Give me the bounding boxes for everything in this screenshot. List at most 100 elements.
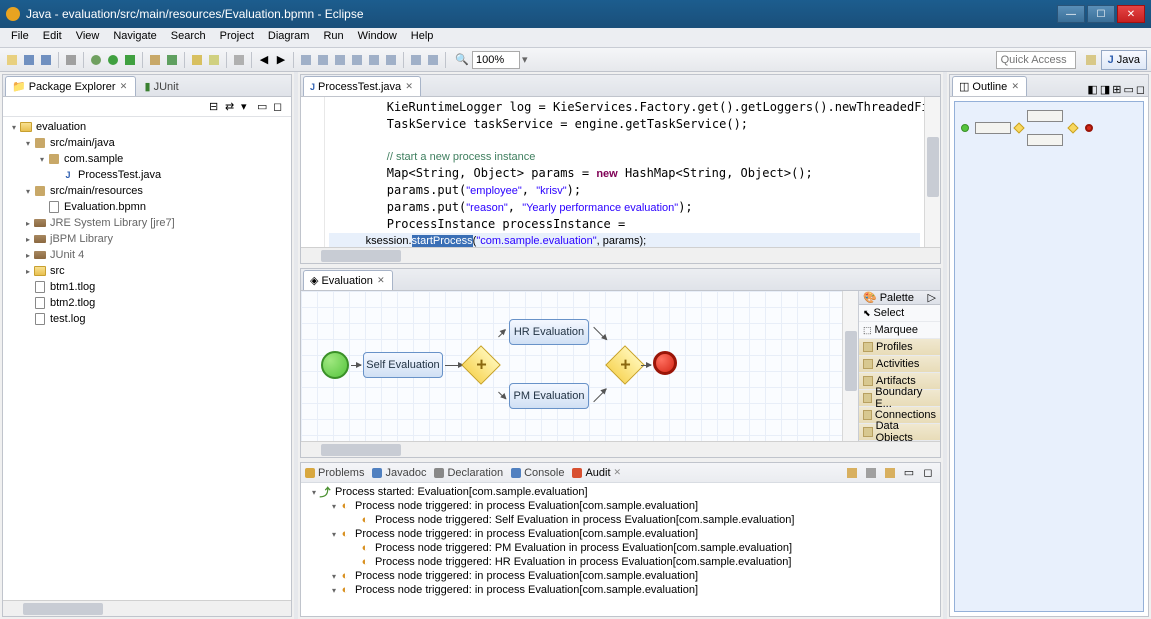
audit-row[interactable]: ◐Process node triggered: HR Evaluation i… [301, 555, 940, 569]
audit-row[interactable]: ▾⤴Process started: Evaluation[com.sample… [301, 485, 940, 499]
palette-item-dataobjects[interactable]: Data Objects [859, 424, 940, 441]
outline-overview[interactable] [954, 101, 1144, 612]
print-button[interactable] [63, 52, 79, 68]
open-perspective-button[interactable] [1083, 52, 1099, 68]
tree-item[interactable]: ▸jBPM Library [3, 231, 291, 247]
audit-toolbar-btn-3[interactable] [882, 465, 898, 481]
menu-edit[interactable]: Edit [36, 28, 69, 47]
tree-twistie[interactable]: ▾ [23, 139, 33, 148]
view-menu-button[interactable]: ▾ [241, 100, 255, 114]
minimize-console-button[interactable]: ▭ [901, 465, 917, 481]
match-width-button[interactable] [408, 52, 424, 68]
bpmn-horizontal-scrollbar[interactable] [301, 441, 940, 457]
align-top-button[interactable] [349, 52, 365, 68]
audit-row[interactable]: ▾◐Process node triggered: in process Eva… [301, 527, 940, 541]
maximize-button[interactable]: ☐ [1087, 5, 1115, 23]
tree-item[interactable]: JProcessTest.java [3, 167, 291, 183]
quick-access-input[interactable] [996, 51, 1076, 69]
menu-file[interactable]: File [4, 28, 36, 47]
minimize-view-button[interactable]: ▭ [257, 100, 271, 114]
run-last-button[interactable] [122, 52, 138, 68]
audit-row[interactable]: ▾◐Process node triggered: in process Eva… [301, 583, 940, 597]
link-editor-button[interactable]: ⇄ [225, 100, 239, 114]
maximize-outline-button[interactable]: ◻ [1136, 83, 1145, 96]
audit-row[interactable]: ◐Process node triggered: Self Evaluation… [301, 513, 940, 527]
back-button[interactable]: ◀ [256, 52, 272, 68]
palette-item-activities[interactable]: Activities [859, 356, 940, 373]
open-type-button[interactable] [189, 52, 205, 68]
editor-tab-processtest[interactable]: J ProcessTest.java ✕ [303, 76, 421, 96]
outline-btn-2[interactable]: ◨ [1100, 83, 1110, 96]
collapse-all-button[interactable]: ⊟ [209, 100, 223, 114]
bpmn-start-event[interactable] [321, 351, 349, 379]
tree-twistie[interactable]: ▸ [23, 251, 33, 260]
console-tab-javadoc[interactable]: Javadoc [372, 467, 426, 479]
audit-row[interactable]: ▾◐Process node triggered: in process Eva… [301, 499, 940, 513]
palette-collapse-icon[interactable]: ▷ [928, 291, 936, 304]
tree-item[interactable]: Evaluation.bpmn [3, 199, 291, 215]
run-button[interactable] [105, 52, 121, 68]
menu-run[interactable]: Run [316, 28, 350, 47]
code-editor[interactable]: KieRuntimeLogger log = KieServices.Facto… [325, 97, 924, 247]
tree-item[interactable]: ▾evaluation [3, 119, 291, 135]
maximize-console-button[interactable]: ◻ [920, 465, 936, 481]
menu-window[interactable]: Window [351, 28, 404, 47]
audit-toolbar-btn-2[interactable] [863, 465, 879, 481]
bpmn-vertical-scrollbar[interactable] [842, 291, 858, 441]
zoom-input[interactable] [472, 51, 520, 69]
console-tab-problems[interactable]: Problems [305, 467, 364, 479]
palette-item-profiles[interactable]: Profiles [859, 339, 940, 356]
menu-view[interactable]: View [69, 28, 107, 47]
align-middle-button[interactable] [366, 52, 382, 68]
tree-item[interactable]: ▸JRE System Library [jre7] [3, 215, 291, 231]
package-explorer-tab[interactable]: 📁 Package Explorer ✕ [5, 76, 136, 96]
bpmn-gateway-join[interactable] [605, 345, 645, 385]
tree-item[interactable]: test.log [3, 311, 291, 327]
console-tab-declaration[interactable]: Declaration [434, 467, 503, 479]
palette-item-select[interactable]: ⬉Select [859, 305, 940, 322]
debug-button[interactable] [88, 52, 104, 68]
close-bpmn-icon[interactable]: ✕ [376, 276, 386, 286]
search-button[interactable] [206, 52, 222, 68]
audit-twistie[interactable]: ▾ [329, 502, 339, 511]
align-bottom-button[interactable] [383, 52, 399, 68]
close-tab-icon[interactable]: ✕ [119, 82, 129, 92]
new-package-button[interactable] [147, 52, 163, 68]
package-explorer-tree[interactable]: ▾evaluation▾src/main/java▾com.sampleJPro… [3, 117, 291, 600]
bpmn-task-hr-evaluation[interactable]: HR Evaluation [509, 319, 589, 345]
tree-item[interactable]: ▸src [3, 263, 291, 279]
outline-btn-3[interactable]: ⊞ [1112, 83, 1121, 96]
save-all-button[interactable] [38, 52, 54, 68]
palette-item-marquee[interactable]: ⬚Marquee [859, 322, 940, 339]
audit-twistie[interactable]: ▾ [329, 572, 339, 581]
close-tab-icon[interactable]: ✕ [614, 467, 622, 478]
align-right-button[interactable] [332, 52, 348, 68]
minimize-outline-button[interactable]: ▭ [1123, 83, 1133, 96]
tree-item[interactable]: ▾com.sample [3, 151, 291, 167]
minimize-button[interactable]: — [1057, 5, 1085, 23]
console-tab-audit[interactable]: Audit✕ [572, 467, 621, 479]
tree-twistie[interactable]: ▸ [23, 267, 33, 276]
editor-vertical-scrollbar[interactable] [924, 97, 940, 247]
bpmn-task-pm-evaluation[interactable]: PM Evaluation [509, 383, 589, 409]
bpmn-canvas[interactable]: Self Evaluation HR Evaluation PM Evaluat… [301, 291, 842, 441]
menu-search[interactable]: Search [164, 28, 213, 47]
new-button[interactable] [4, 52, 20, 68]
tree-twistie[interactable]: ▸ [23, 219, 33, 228]
zoom-dropdown-icon[interactable]: ▾ [522, 53, 528, 66]
forward-button[interactable]: ▶ [273, 52, 289, 68]
menu-diagram[interactable]: Diagram [261, 28, 317, 47]
toggle-breadcrumb-button[interactable] [231, 52, 247, 68]
match-height-button[interactable] [425, 52, 441, 68]
audit-tree[interactable]: ▾⤴Process started: Evaluation[com.sample… [301, 483, 940, 616]
tree-twistie[interactable]: ▸ [23, 235, 33, 244]
menu-project[interactable]: Project [213, 28, 261, 47]
palette-item-boundarye[interactable]: Boundary E... [859, 390, 940, 407]
outline-tab[interactable]: ◫ Outline ✕ [952, 76, 1027, 96]
audit-toolbar-btn-1[interactable] [844, 465, 860, 481]
maximize-view-button[interactable]: ◻ [273, 100, 287, 114]
audit-twistie[interactable]: ▾ [309, 488, 319, 497]
java-perspective-button[interactable]: J Java [1101, 50, 1147, 70]
align-left-button[interactable] [298, 52, 314, 68]
tree-item[interactable]: ▾src/main/java [3, 135, 291, 151]
